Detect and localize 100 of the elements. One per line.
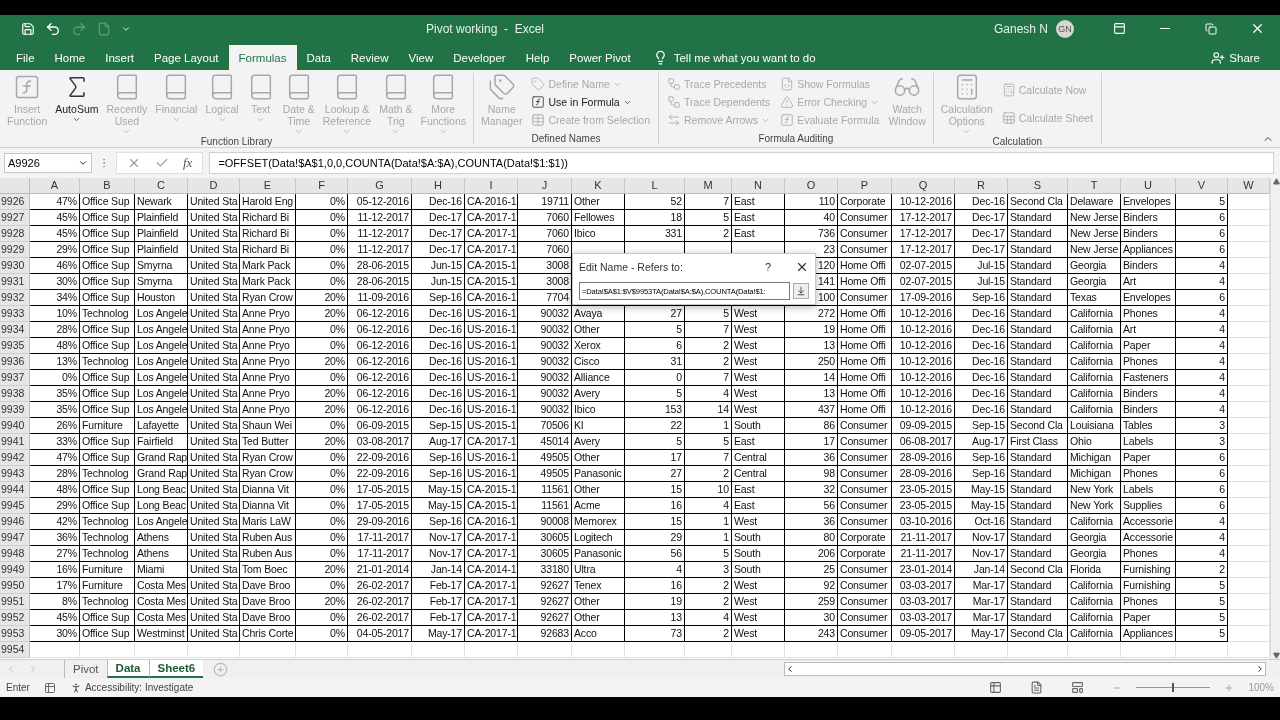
row-header[interactable]: 9941 (0, 434, 30, 450)
column-header[interactable]: Q (892, 178, 955, 194)
row-header[interactable]: 9927 (0, 210, 30, 226)
empty-cell[interactable] (1176, 642, 1228, 658)
zoom-thumb[interactable] (1172, 683, 1175, 692)
vertical-scrollbar[interactable] (1270, 178, 1280, 659)
name-box[interactable]: A9926 (4, 153, 92, 173)
empty-cell[interactable] (348, 642, 412, 658)
row-header[interactable]: 9940 (0, 418, 30, 434)
normal-view-button[interactable] (989, 681, 1003, 694)
column-header[interactable]: B (80, 178, 135, 194)
row-header[interactable]: 9947 (0, 530, 30, 546)
empty-cell[interactable] (1008, 642, 1068, 658)
formula-field[interactable]: =OFFSET(Data!$A$1,0,0,COUNTA(Data!$A:$A),COUNTA(Data!$1:$1)) (209, 152, 1274, 174)
empty-cell[interactable] (1068, 642, 1121, 658)
ribbon-tab[interactable]: Developer (443, 45, 516, 70)
empty-cell[interactable] (892, 642, 955, 658)
empty-cell[interactable] (412, 642, 465, 658)
row-header[interactable]: 9930 (0, 258, 30, 274)
column-header[interactable]: T (1068, 178, 1121, 194)
ribbon-tab[interactable]: Page Layout (144, 45, 229, 70)
row-header[interactable]: 9938 (0, 386, 30, 402)
select-all-corner[interactable] (0, 178, 30, 194)
row-header[interactable]: 9954 (0, 642, 30, 658)
zoom-in-icon[interactable] (1224, 682, 1235, 693)
ribbon-tab[interactable]: Help (515, 45, 560, 70)
empty-cell[interactable] (572, 642, 625, 658)
scroll-left-icon[interactable] (785, 664, 795, 674)
empty-cell[interactable] (80, 642, 135, 658)
tell-me-field[interactable]: Tell me what you want to do (673, 51, 816, 64)
empty-cell[interactable] (955, 642, 1008, 658)
scroll-down-icon[interactable] (1272, 652, 1280, 659)
column-header[interactable]: K (572, 178, 625, 194)
empty-cell[interactable] (732, 642, 785, 658)
row-header[interactable]: 9951 (0, 594, 30, 610)
scroll-right-icon[interactable] (1255, 664, 1265, 674)
check-icon[interactable] (155, 156, 169, 170)
empty-cell[interactable] (685, 642, 732, 658)
row-header[interactable]: 9944 (0, 482, 30, 498)
ribbon-tab[interactable]: Formulas (228, 45, 297, 70)
ribbon-tab[interactable]: Power Pivot (559, 45, 641, 70)
ribbon-button[interactable]: Use in Formula (531, 93, 650, 111)
column-header[interactable]: H (412, 178, 465, 194)
close-button[interactable] (795, 260, 809, 274)
row-header[interactable]: 9928 (0, 226, 30, 242)
accessibility-status[interactable]: Accessibility: Investigate (69, 681, 194, 694)
scroll-up-icon[interactable] (1272, 178, 1280, 185)
row-header[interactable]: 9945 (0, 498, 30, 514)
row-header[interactable]: 9950 (0, 578, 30, 594)
column-header[interactable]: I (465, 178, 518, 194)
ribbon-tab[interactable]: File (6, 45, 45, 70)
column-header[interactable]: A (30, 178, 80, 194)
column-header[interactable]: G (348, 178, 412, 194)
row-header[interactable]: 9936 (0, 354, 30, 370)
row-header[interactable]: 9953 (0, 626, 30, 642)
ribbon-tab[interactable]: Home (44, 45, 96, 70)
row-header[interactable]: 9946 (0, 514, 30, 530)
row-header[interactable]: 9943 (0, 466, 30, 482)
fx-button[interactable]: fx (183, 155, 193, 171)
row-header[interactable]: 9926 (0, 194, 30, 210)
column-header[interactable]: R (955, 178, 1008, 194)
cancel-icon[interactable] (127, 156, 141, 170)
ribbon-tab[interactable]: Data (296, 45, 341, 70)
column-header[interactable]: N (732, 178, 785, 194)
column-header[interactable]: C (135, 178, 188, 194)
row-header[interactable]: 9935 (0, 338, 30, 354)
row-header[interactable]: 9948 (0, 546, 30, 562)
column-header[interactable]: M (685, 178, 732, 194)
page-layout-button[interactable] (1030, 681, 1044, 694)
row-header[interactable]: 9952 (0, 610, 30, 626)
row-header[interactable]: 9934 (0, 322, 30, 338)
empty-cell[interactable] (1121, 642, 1176, 658)
ribbon-tab[interactable]: Review (340, 45, 399, 70)
horizontal-scrollbar[interactable] (784, 662, 1266, 676)
empty-cell[interactable] (296, 642, 348, 658)
empty-cell[interactable] (188, 642, 240, 658)
ribbon-button[interactable]: AutoSum (52, 73, 102, 136)
row-header[interactable]: 9929 (0, 242, 30, 258)
row-header[interactable]: 9939 (0, 402, 30, 418)
empty-cell[interactable] (838, 642, 892, 658)
empty-cell[interactable] (625, 642, 685, 658)
column-header[interactable]: S (1008, 178, 1068, 194)
column-header[interactable]: J (518, 178, 572, 194)
empty-cell[interactable] (135, 642, 188, 658)
column-header[interactable]: W (1228, 178, 1270, 194)
column-header[interactable]: E (240, 178, 296, 194)
column-header[interactable]: V (1176, 178, 1228, 194)
column-header[interactable]: O (785, 178, 838, 194)
column-header[interactable]: D (188, 178, 240, 194)
column-header[interactable]: P (838, 178, 892, 194)
column-header[interactable]: F (296, 178, 348, 194)
new-sheet-button[interactable] (213, 661, 229, 677)
column-header[interactable]: U (1121, 178, 1176, 194)
row-header[interactable]: 9949 (0, 562, 30, 578)
row-header[interactable]: 9932 (0, 290, 30, 306)
empty-cell[interactable] (240, 642, 296, 658)
row-header[interactable]: 9931 (0, 274, 30, 290)
user-avatar[interactable]: GN (1056, 19, 1074, 38)
empty-cell[interactable] (465, 642, 518, 658)
sheet-tab[interactable]: Sheet6 (148, 660, 204, 678)
